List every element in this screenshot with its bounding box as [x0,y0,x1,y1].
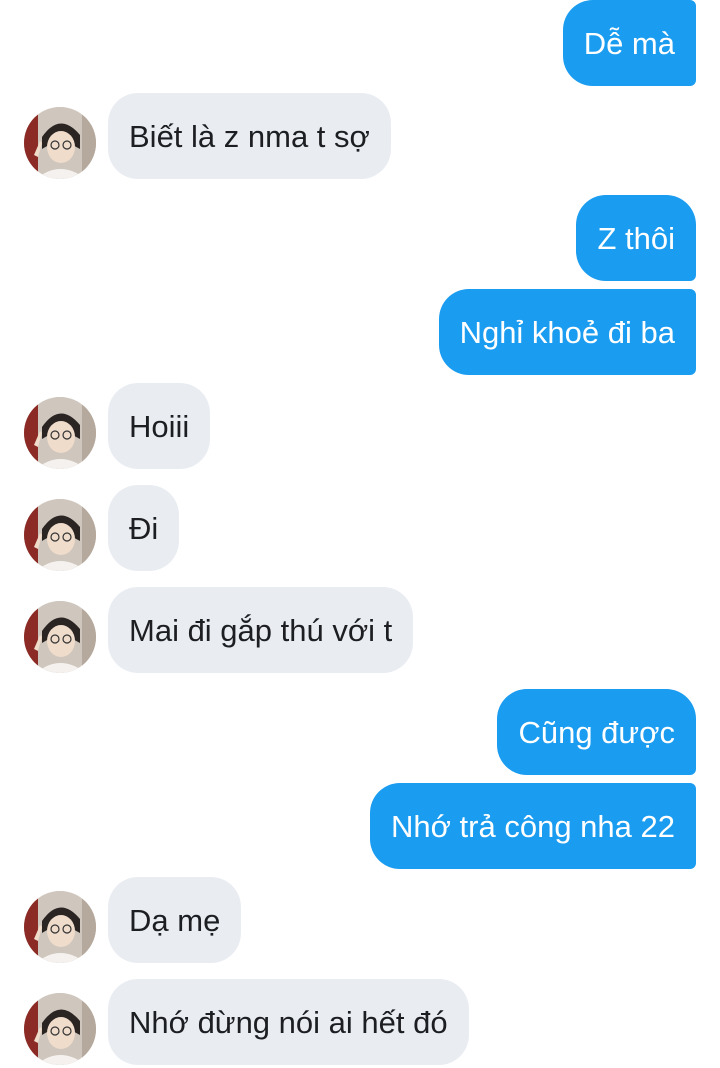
avatar-photo-icon [24,397,96,469]
message-text: Z thôi [597,220,675,256]
avatar-photo-icon [24,993,96,1065]
message-text: Đi [129,510,159,546]
sent-message-bubble[interactable]: Nhớ trả công nha 22 [369,783,696,869]
message-thread[interactable]: Dễ mà Biết là z nma t sợ Z thôi Nghỉ kho… [0,0,720,1068]
message-text: Cũng được [518,714,675,750]
message-text: Biết là z nma t sợ [129,118,370,154]
contact-avatar[interactable] [24,107,96,179]
contact-avatar[interactable] [24,397,96,469]
avatar-photo-icon [24,499,96,571]
contact-avatar[interactable] [24,499,96,571]
received-message-bubble[interactable]: Dạ mẹ [108,877,242,963]
sent-message-bubble[interactable]: Nghỉ khoẻ đi ba [438,289,696,375]
avatar-photo-icon [24,891,96,963]
message-text: Mai đi gắp thú với t [129,612,393,648]
contact-avatar[interactable] [24,993,96,1065]
message-text: Nhớ đừng nói ai hết đó [129,1004,448,1040]
received-message-bubble[interactable]: Nhớ đừng nói ai hết đó [108,979,469,1065]
contact-avatar[interactable] [24,891,96,963]
received-message-bubble[interactable]: Hoiii [108,383,211,469]
message-text: Nhớ trả công nha 22 [390,808,675,844]
message-text: Hoiii [129,408,190,444]
received-message-bubble[interactable]: Đi [108,485,180,571]
contact-avatar[interactable] [24,601,96,673]
received-message-bubble[interactable]: Biết là z nma t sợ [108,93,391,179]
sent-message-bubble[interactable]: Dễ mà [562,0,696,86]
received-message-bubble[interactable]: Mai đi gắp thú với t [108,587,414,673]
avatar-photo-icon [24,601,96,673]
message-text: Dễ mà [583,25,675,61]
message-text: Nghỉ khoẻ đi ba [459,314,675,350]
sent-message-bubble[interactable]: Cũng được [497,689,696,775]
avatar-photo-icon [24,107,96,179]
message-text: Dạ mẹ [129,902,221,938]
sent-message-bubble[interactable]: Z thôi [576,195,696,281]
